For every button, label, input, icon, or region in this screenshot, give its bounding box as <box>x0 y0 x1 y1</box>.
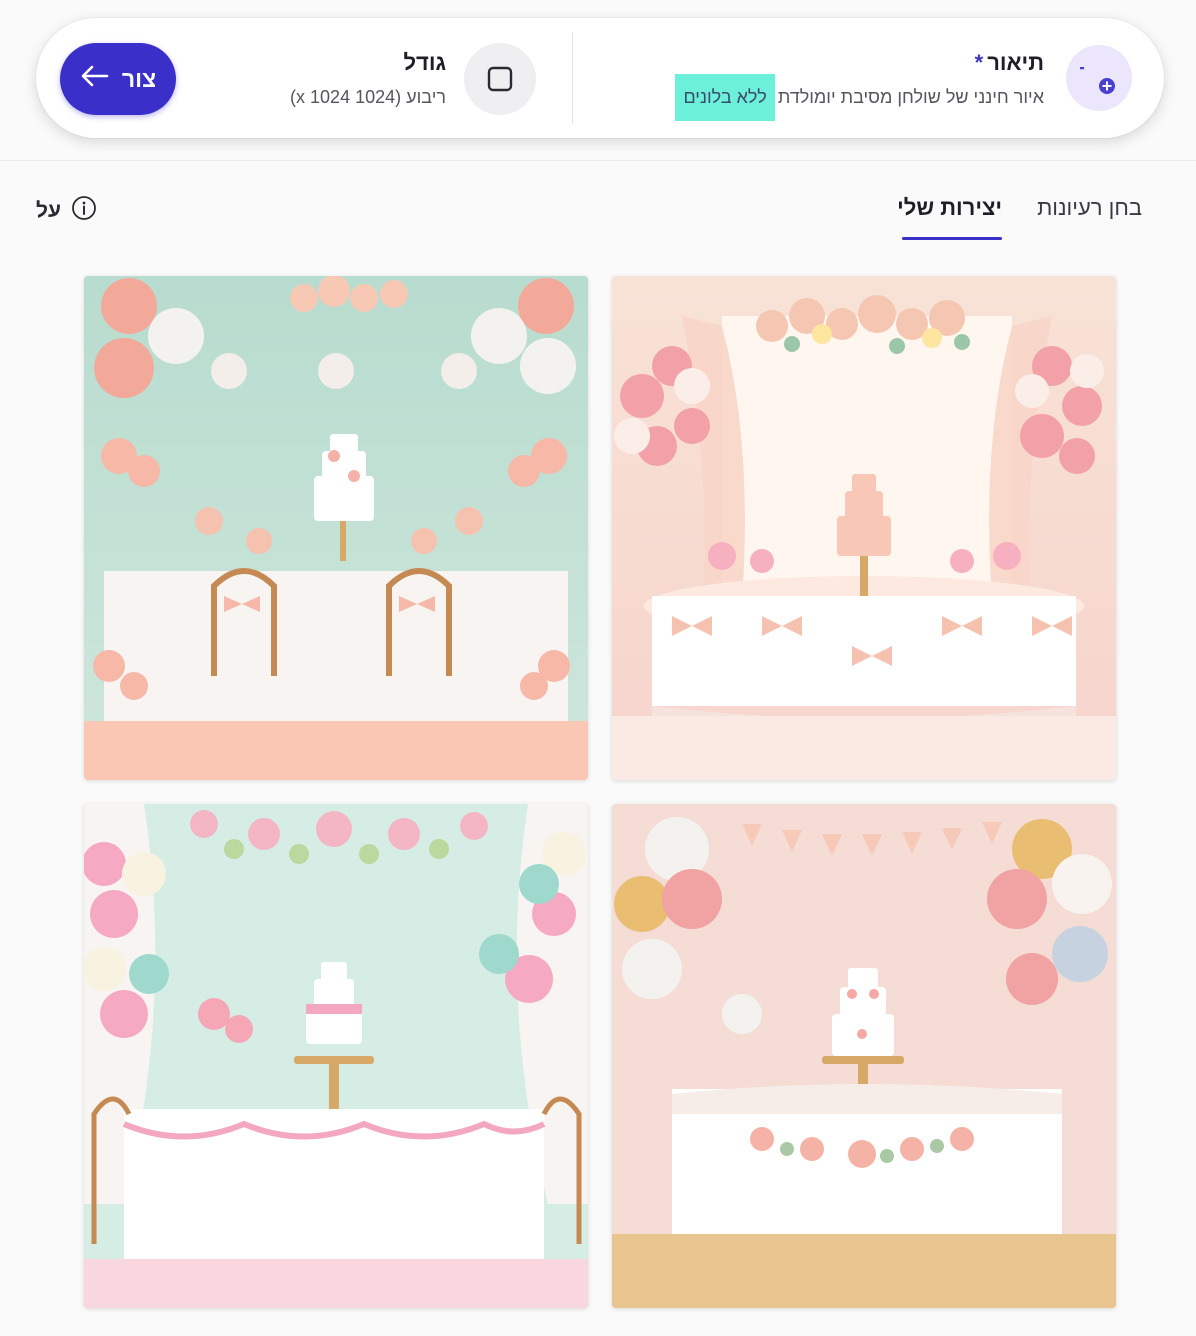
generated-image[interactable] <box>84 804 588 1308</box>
svg-text:T: T <box>1080 61 1085 94</box>
draw-button-label: צור <box>121 65 157 92</box>
size-label: גודל <box>403 50 446 75</box>
about-button[interactable]: על <box>36 195 97 227</box>
tabs-row: בחן רעיונות יצירות שלי על <box>0 160 1196 244</box>
square-icon[interactable] <box>464 43 536 115</box>
description-input[interactable]: איור חינני של שולחן מסיבת יומולדת ללא בל… <box>675 74 1044 121</box>
draw-button[interactable]: צור <box>60 43 176 115</box>
generated-image[interactable] <box>612 804 1116 1308</box>
arrow-left-icon <box>80 64 110 94</box>
about-label: על <box>36 199 61 222</box>
party-table-illustration <box>84 276 588 780</box>
party-table-illustration <box>612 804 1116 1308</box>
description-highlight: ללא בלונים <box>675 74 775 121</box>
size-value[interactable]: ריבוע (1024 x 1024) <box>290 87 446 108</box>
active-tab-indicator <box>902 237 1002 240</box>
description-label: תיאור* <box>974 50 1044 75</box>
prompt-bar: T תיאור* איור חינני של שולחן מסיבת יומול… <box>36 18 1164 138</box>
info-icon <box>71 195 97 227</box>
description-text: איור חינני של שולחן מסיבת יומולדת <box>777 87 1044 107</box>
text-add-icon[interactable]: T <box>1066 45 1132 111</box>
tab-my-creations[interactable]: יצירות שלי <box>897 195 1002 221</box>
party-table-illustration <box>612 276 1116 780</box>
divider <box>572 32 573 124</box>
party-table-illustration <box>84 804 588 1308</box>
tab-explore-ideas[interactable]: בחן רעיונות <box>1037 195 1142 221</box>
generated-image[interactable] <box>84 276 588 780</box>
required-mark: * <box>974 50 984 75</box>
generated-image[interactable] <box>612 276 1116 780</box>
